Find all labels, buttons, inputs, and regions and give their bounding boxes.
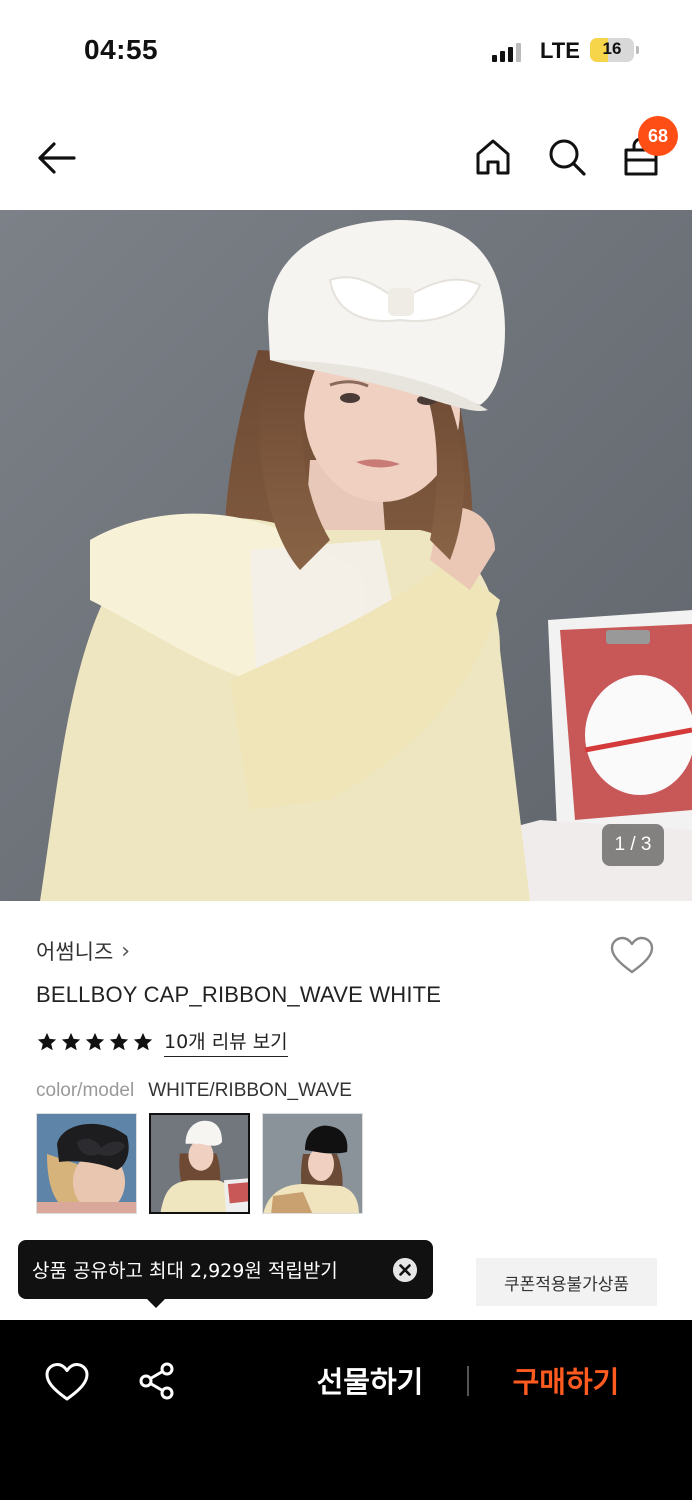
rating-row: 10개 리뷰 보기 <box>36 1027 288 1057</box>
option-value: WHITE/RIBBON_WAVE <box>148 1080 352 1101</box>
option-label: color/model <box>36 1080 135 1101</box>
close-icon[interactable] <box>393 1258 417 1282</box>
wishlist-heart-icon[interactable] <box>610 936 654 976</box>
star-icon <box>37 1032 57 1051</box>
star-rating <box>36 1031 154 1053</box>
star-icon <box>133 1032 153 1051</box>
variant-thumbnail-black-ribbon[interactable] <box>36 1113 137 1214</box>
review-link[interactable]: 10개 리뷰 보기 <box>164 1027 288 1057</box>
brand-name: 어썸니즈 <box>36 940 114 964</box>
tooltip-text: 상품 공유하고 최대 2,929원 적립받기 <box>32 1260 338 1282</box>
cart-count-badge: 68 <box>638 116 678 156</box>
product-hero-image[interactable]: 1 / 3 <box>0 210 692 901</box>
back-arrow-icon[interactable] <box>34 138 78 178</box>
brand-link[interactable]: 어썸니즈 › <box>36 936 130 966</box>
star-icon <box>61 1032 81 1051</box>
product-title: BELLBOY CAP_RIBBON_WAVE WHITE <box>36 982 442 1007</box>
status-bar: 04:55 LTE 16 <box>0 0 692 100</box>
coupon-unavailable-badge: 쿠폰적용불가상품 <box>476 1258 657 1306</box>
chevron-right-icon: › <box>121 938 131 964</box>
search-icon[interactable] <box>546 136 588 178</box>
divider <box>467 1366 469 1396</box>
tooltip-pointer <box>146 1298 166 1308</box>
battery-level: 16 <box>602 39 622 58</box>
star-icon <box>85 1032 105 1051</box>
signal-strength-icon <box>492 42 521 62</box>
bottom-action-bar: 선물하기 구매하기 <box>0 1320 692 1500</box>
heart-icon[interactable] <box>44 1362 90 1402</box>
model-photo <box>0 210 692 901</box>
gift-button[interactable]: 선물하기 <box>300 1360 440 1404</box>
star-icon <box>109 1032 129 1051</box>
share-icon[interactable] <box>138 1362 176 1400</box>
share-reward-tooltip: 상품 공유하고 최대 2,929원 적립받기 <box>18 1240 433 1299</box>
home-icon[interactable] <box>472 136 514 178</box>
variant-thumbnails <box>36 1113 363 1214</box>
buy-button[interactable]: 구매하기 <box>496 1360 636 1404</box>
variant-thumbnail-white-ribbon[interactable] <box>149 1113 250 1214</box>
option-row: color/model WHITE/RIBBON_WAVE <box>36 1080 352 1102</box>
variant-thumbnail-black[interactable] <box>262 1113 363 1214</box>
status-time: 04:55 <box>84 34 159 65</box>
image-counter: 1 / 3 <box>602 824 664 866</box>
top-navigation <box>0 110 692 208</box>
network-type: LTE <box>540 38 580 63</box>
battery-icon: 16 <box>590 38 634 62</box>
